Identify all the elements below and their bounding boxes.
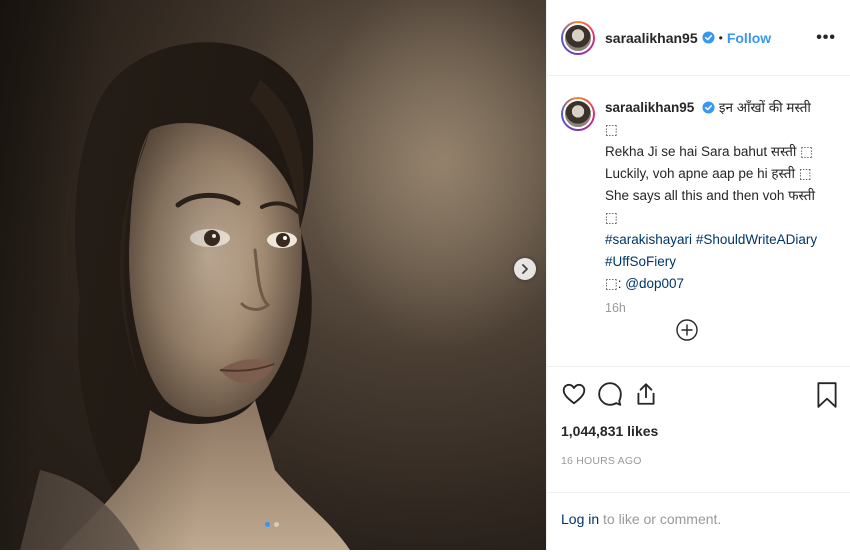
hashtag-link[interactable]: #UffSoFiery (605, 254, 676, 269)
caption-line: Rekha Ji se hai Sara bahut सस्ती ⬚ (605, 144, 813, 159)
caption: saraalikhan95 इन आँखों की मस्ती ⬚ Rekha … (561, 97, 836, 295)
instagram-post: saraalikhan95 • Follow ••• saraalikhan95… (0, 0, 850, 550)
verified-badge-icon (702, 101, 715, 114)
next-photo-button[interactable] (514, 258, 536, 280)
login-prompt-bar: Log in to like or comment. (547, 492, 850, 552)
credit-prefix: ⬚: (605, 276, 626, 291)
post-header: saraalikhan95 • Follow ••• (547, 0, 850, 76)
avatar[interactable] (561, 20, 595, 55)
caption-line: Luckily, voh apne aap pe hi हस्ती ⬚ (605, 166, 812, 181)
carousel-indicator (265, 522, 279, 527)
caption-text: saraalikhan95 इन आँखों की मस्ती ⬚ Rekha … (605, 97, 825, 295)
follow-button[interactable]: Follow (727, 30, 771, 46)
bookmark-icon[interactable] (815, 381, 839, 409)
hashtag-link[interactable]: #ShouldWriteADiary (696, 232, 817, 247)
header-separator: • (718, 30, 723, 45)
comment-icon[interactable] (597, 381, 623, 407)
carousel-dot (274, 522, 279, 527)
caption-avatar[interactable] (561, 97, 595, 131)
hashtag-link[interactable]: #sarakishayari (605, 232, 692, 247)
post-sidebar: saraalikhan95 • Follow ••• saraalikhan95… (546, 0, 850, 550)
likes-count[interactable]: 1,044,831 likes (561, 423, 658, 439)
caption-timestamp[interactable]: 16h (605, 301, 836, 315)
login-prompt: Log in to like or comment. (561, 511, 721, 527)
mention-link[interactable]: @dop007 (625, 276, 684, 291)
login-prompt-text: to like or comment. (599, 511, 722, 527)
post-actions: 1,044,831 likes 16 HOURS AGO Log in to l… (547, 366, 850, 551)
verified-badge-icon (702, 31, 715, 44)
comments-area: saraalikhan95 इन आँखों की मस्ती ⬚ Rekha … (547, 77, 850, 365)
header-username[interactable]: saraalikhan95 (605, 30, 698, 46)
heart-icon[interactable] (561, 381, 587, 407)
post-photo[interactable] (0, 0, 546, 550)
post-timestamp: 16 HOURS AGO (561, 455, 642, 467)
login-link[interactable]: Log in (561, 511, 599, 527)
plus-circle-icon[interactable] (676, 319, 698, 341)
caption-username[interactable]: saraalikhan95 (605, 100, 694, 115)
more-options-button[interactable]: ••• (816, 29, 836, 47)
chevron-right-icon (522, 264, 528, 274)
carousel-dot-active (265, 522, 270, 527)
action-icons (561, 381, 837, 413)
share-icon[interactable] (633, 381, 659, 407)
caption-line: She says all this and then voh फस्ती ⬚ (605, 188, 815, 225)
